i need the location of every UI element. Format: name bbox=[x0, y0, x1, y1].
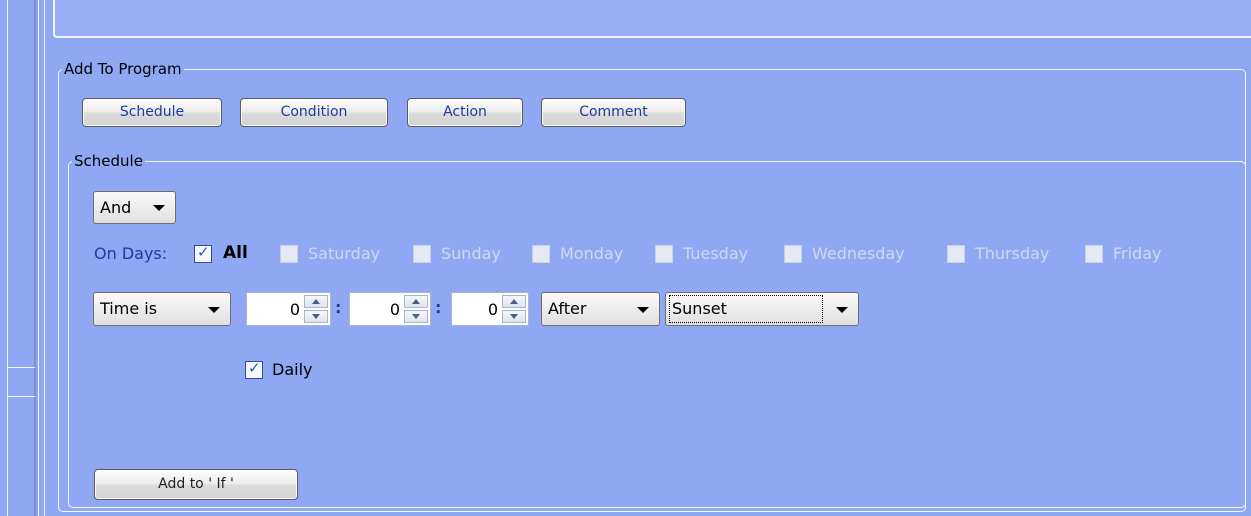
logic-select[interactable]: And bbox=[93, 191, 176, 224]
chevron-down-icon bbox=[153, 205, 165, 211]
time-type-select[interactable]: Time is bbox=[93, 292, 231, 326]
schedule-title: Schedule bbox=[72, 152, 145, 170]
wednesday-checkbox[interactable] bbox=[784, 245, 802, 263]
panel-left-edge bbox=[44, 0, 45, 516]
chevron-down-icon bbox=[637, 307, 649, 313]
seconds-value: 0 bbox=[487, 300, 498, 319]
monday-checkbox[interactable] bbox=[532, 245, 550, 263]
relation-value: After bbox=[548, 299, 587, 318]
minutes-value: 0 bbox=[389, 300, 400, 319]
time-separator: : bbox=[435, 298, 442, 317]
hours-value: 0 bbox=[289, 300, 300, 319]
left-divider-2 bbox=[7, 396, 35, 397]
schedule-group bbox=[68, 161, 1246, 508]
action-button[interactable]: Action bbox=[407, 98, 523, 127]
minutes-down-icon[interactable] bbox=[404, 310, 428, 323]
event-value: Sunset bbox=[669, 295, 823, 323]
chevron-down-icon bbox=[836, 307, 848, 313]
event-select[interactable]: Sunset bbox=[665, 292, 859, 326]
time-separator: : bbox=[335, 298, 342, 317]
on-days-label: On Days: bbox=[94, 244, 168, 263]
tuesday-checkbox[interactable] bbox=[655, 245, 673, 263]
friday-label: Friday bbox=[1113, 244, 1162, 263]
condition-button[interactable]: Condition bbox=[240, 98, 388, 127]
all-days-label: All bbox=[223, 243, 248, 263]
relation-select[interactable]: After bbox=[541, 292, 660, 326]
add-to-if-button[interactable]: Add to ' If ' bbox=[94, 469, 298, 500]
all-days-checkbox[interactable] bbox=[194, 243, 212, 263]
thursday-label: Thursday bbox=[975, 244, 1050, 263]
hours-stepper[interactable]: 0 bbox=[246, 292, 331, 326]
sunday-checkbox[interactable] bbox=[413, 245, 431, 263]
wednesday-label: Wednesday bbox=[812, 244, 905, 263]
thursday-checkbox[interactable] bbox=[947, 245, 965, 263]
logic-select-value: And bbox=[100, 198, 132, 217]
chevron-down-icon bbox=[208, 307, 220, 313]
seconds-down-icon[interactable] bbox=[502, 310, 526, 323]
minutes-up-icon[interactable] bbox=[404, 295, 428, 308]
saturday-label: Saturday bbox=[308, 244, 381, 263]
monday-label: Monday bbox=[560, 244, 624, 263]
hours-down-icon[interactable] bbox=[304, 310, 328, 323]
left-border bbox=[7, 0, 8, 516]
time-type-value: Time is bbox=[100, 299, 158, 318]
hours-up-icon[interactable] bbox=[304, 295, 328, 308]
friday-checkbox[interactable] bbox=[1085, 245, 1103, 263]
daily-checkbox[interactable] bbox=[245, 359, 263, 379]
splitter-bar[interactable] bbox=[34, 0, 36, 516]
left-divider-1 bbox=[7, 367, 35, 368]
tuesday-label: Tuesday bbox=[683, 244, 749, 263]
seconds-stepper[interactable]: 0 bbox=[451, 292, 529, 326]
program-panel-top bbox=[53, 0, 1251, 38]
minutes-stepper[interactable]: 0 bbox=[349, 292, 431, 326]
comment-button[interactable]: Comment bbox=[541, 98, 686, 127]
splitter-edge bbox=[38, 0, 39, 516]
sunday-label: Sunday bbox=[441, 244, 501, 263]
daily-label: Daily bbox=[272, 360, 313, 379]
schedule-button[interactable]: Schedule bbox=[82, 98, 222, 127]
saturday-checkbox[interactable] bbox=[280, 245, 298, 263]
seconds-up-icon[interactable] bbox=[502, 295, 526, 308]
add-to-program-title: Add To Program bbox=[62, 60, 184, 78]
